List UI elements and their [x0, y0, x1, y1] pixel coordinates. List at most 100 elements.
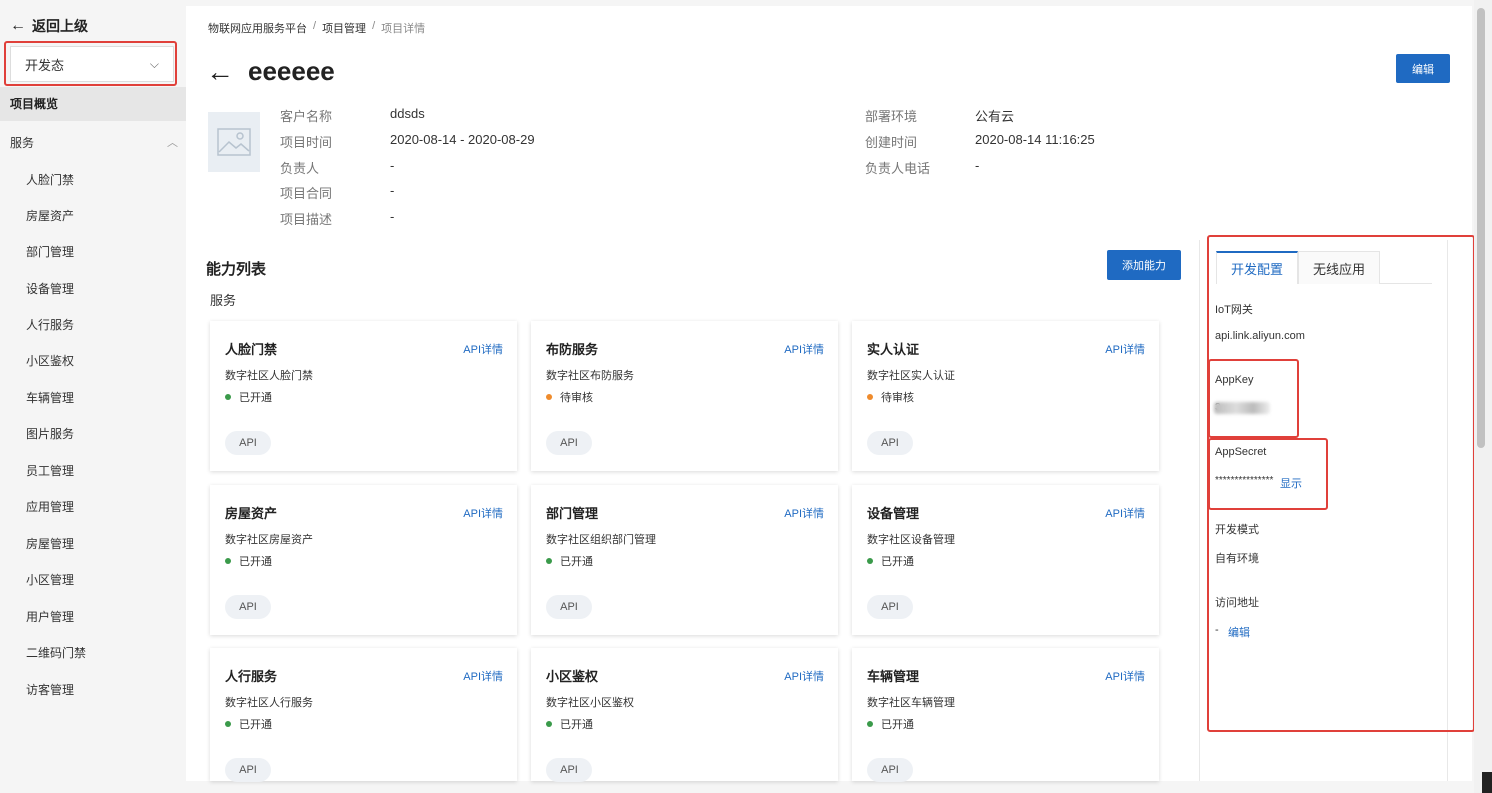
status-dot-icon [546, 394, 552, 400]
api-tag[interactable]: API [546, 758, 592, 782]
contract-value: - [390, 183, 395, 198]
api-tag[interactable]: API [225, 595, 271, 619]
status-dot-icon [225, 558, 231, 564]
owner-label: 负责人 [280, 161, 320, 176]
card-status: 待审核 [867, 389, 914, 405]
status-text: 已开通 [239, 556, 272, 568]
api-detail-link[interactable]: API详情 [784, 505, 824, 521]
scrollbar-corner [1482, 772, 1492, 793]
api-tag[interactable]: API [225, 758, 271, 782]
status-text: 已开通 [239, 719, 272, 731]
sidebar-item[interactable]: 小区管理 [26, 571, 74, 588]
card-title: 人脸门禁 [225, 342, 278, 357]
add-capability-button[interactable]: 添加能力 [1107, 250, 1181, 280]
capability-card: 车辆管理 API详情 数字社区车辆管理 已开通 API [852, 648, 1159, 782]
status-text: 待审核 [881, 392, 914, 404]
breadcrumb: 物联网应用服务平台 / 项目管理 / 项目详情 [208, 20, 425, 36]
customer-label: 客户名称 [280, 109, 333, 124]
card-desc: 数字社区小区鉴权 [546, 697, 634, 709]
api-detail-link[interactable]: API详情 [1105, 341, 1145, 357]
status-text: 已开通 [560, 719, 593, 731]
card-desc: 数字社区人行服务 [225, 697, 313, 709]
card-title: 布防服务 [546, 342, 599, 357]
api-detail-link[interactable]: API详情 [784, 668, 824, 684]
capabilities-subtitle: 服务 [210, 293, 237, 308]
capability-card: 部门管理 API详情 数字社区组织部门管理 已开通 API [531, 485, 838, 635]
capabilities-title: 能力列表 [206, 261, 267, 278]
sidebar-item[interactable]: 车辆管理 [26, 389, 74, 406]
back-button[interactable]: ← 返回上级 [10, 16, 88, 36]
sidebar-item[interactable]: 员工管理 [26, 462, 74, 479]
status-dot-icon [546, 721, 552, 727]
card-desc: 数字社区实人认证 [867, 370, 955, 382]
sidebar-item[interactable]: 房屋管理 [26, 535, 74, 552]
card-desc: 数字社区设备管理 [867, 534, 955, 546]
card-status: 已开通 [225, 716, 272, 732]
created-label: 创建时间 [865, 135, 918, 150]
time-label: 项目时间 [280, 135, 333, 150]
breadcrumb-item[interactable]: 项目管理 [322, 20, 366, 36]
sidebar-group-services[interactable]: 服务 ︿ [10, 134, 178, 151]
page-title: eeeeee [248, 56, 335, 86]
api-detail-link[interactable]: API详情 [1105, 668, 1145, 684]
sidebar-item[interactable]: 部门管理 [26, 243, 74, 260]
highlight-box [1208, 359, 1299, 438]
card-title: 人行服务 [225, 669, 278, 684]
api-detail-link[interactable]: API详情 [463, 668, 503, 684]
card-status: 已开通 [867, 716, 914, 732]
deploy-label: 部署环境 [865, 109, 918, 124]
api-detail-link[interactable]: API详情 [463, 341, 503, 357]
capability-card: 实人认证 API详情 数字社区实人认证 待审核 API [852, 321, 1159, 471]
time-value: 2020-08-14 - 2020-08-29 [390, 132, 535, 147]
back-arrow-icon[interactable]: ← [206, 57, 234, 86]
card-desc: 数字社区房屋资产 [225, 534, 313, 546]
scrollbar-thumb[interactable] [1477, 8, 1485, 448]
api-tag[interactable]: API [867, 595, 913, 619]
api-tag[interactable]: API [546, 431, 592, 455]
status-text: 已开通 [560, 556, 593, 568]
api-detail-link[interactable]: API详情 [1105, 505, 1145, 521]
status-text: 待审核 [560, 392, 593, 404]
image-placeholder-icon [217, 128, 251, 156]
api-tag[interactable]: API [867, 758, 913, 782]
card-status: 已开通 [225, 553, 272, 569]
breadcrumb-item[interactable]: 物联网应用服务平台 [208, 20, 307, 36]
api-tag[interactable]: API [867, 431, 913, 455]
sidebar-item[interactable]: 应用管理 [26, 498, 74, 515]
api-tag[interactable]: API [225, 431, 271, 455]
status-text: 已开通 [881, 556, 914, 568]
edit-button[interactable]: 编辑 [1396, 54, 1450, 83]
sidebar-item[interactable]: 用户管理 [26, 608, 74, 625]
capability-card: 设备管理 API详情 数字社区设备管理 已开通 API [852, 485, 1159, 635]
card-status: 已开通 [867, 553, 914, 569]
card-desc: 数字社区布防服务 [546, 370, 634, 382]
card-status: 已开通 [225, 389, 272, 405]
sidebar-item-overview[interactable]: 项目概览 [0, 87, 186, 121]
status-dot-icon [225, 721, 231, 727]
card-status: 已开通 [546, 553, 593, 569]
api-detail-link[interactable]: API详情 [784, 341, 824, 357]
sidebar-item[interactable]: 房屋资产 [26, 207, 74, 224]
card-title: 车辆管理 [867, 669, 920, 684]
card-title: 小区鉴权 [546, 669, 599, 684]
card-status: 待审核 [546, 389, 593, 405]
card-desc: 数字社区组织部门管理 [546, 534, 656, 546]
api-tag[interactable]: API [546, 595, 592, 619]
scrollbar[interactable] [1474, 0, 1492, 793]
status-text: 已开通 [239, 392, 272, 404]
sidebar-item[interactable]: 访客管理 [26, 681, 74, 698]
desc-label: 项目描述 [280, 212, 333, 227]
sidebar-item[interactable]: 小区鉴权 [26, 352, 74, 369]
contract-label: 项目合同 [280, 186, 333, 201]
highlight-box [1208, 438, 1328, 510]
sidebar-item[interactable]: 人脸门禁 [26, 171, 74, 188]
sidebar-item[interactable]: 图片服务 [26, 425, 74, 442]
back-label: 返回上级 [32, 18, 88, 34]
api-detail-link[interactable]: API详情 [463, 505, 503, 521]
phone-value: - [975, 158, 980, 173]
status-dot-icon [867, 558, 873, 564]
sidebar-item[interactable]: 二维码门禁 [26, 644, 86, 661]
sidebar-item[interactable]: 人行服务 [26, 316, 74, 333]
card-title: 设备管理 [867, 506, 920, 521]
sidebar-item[interactable]: 设备管理 [26, 280, 74, 297]
